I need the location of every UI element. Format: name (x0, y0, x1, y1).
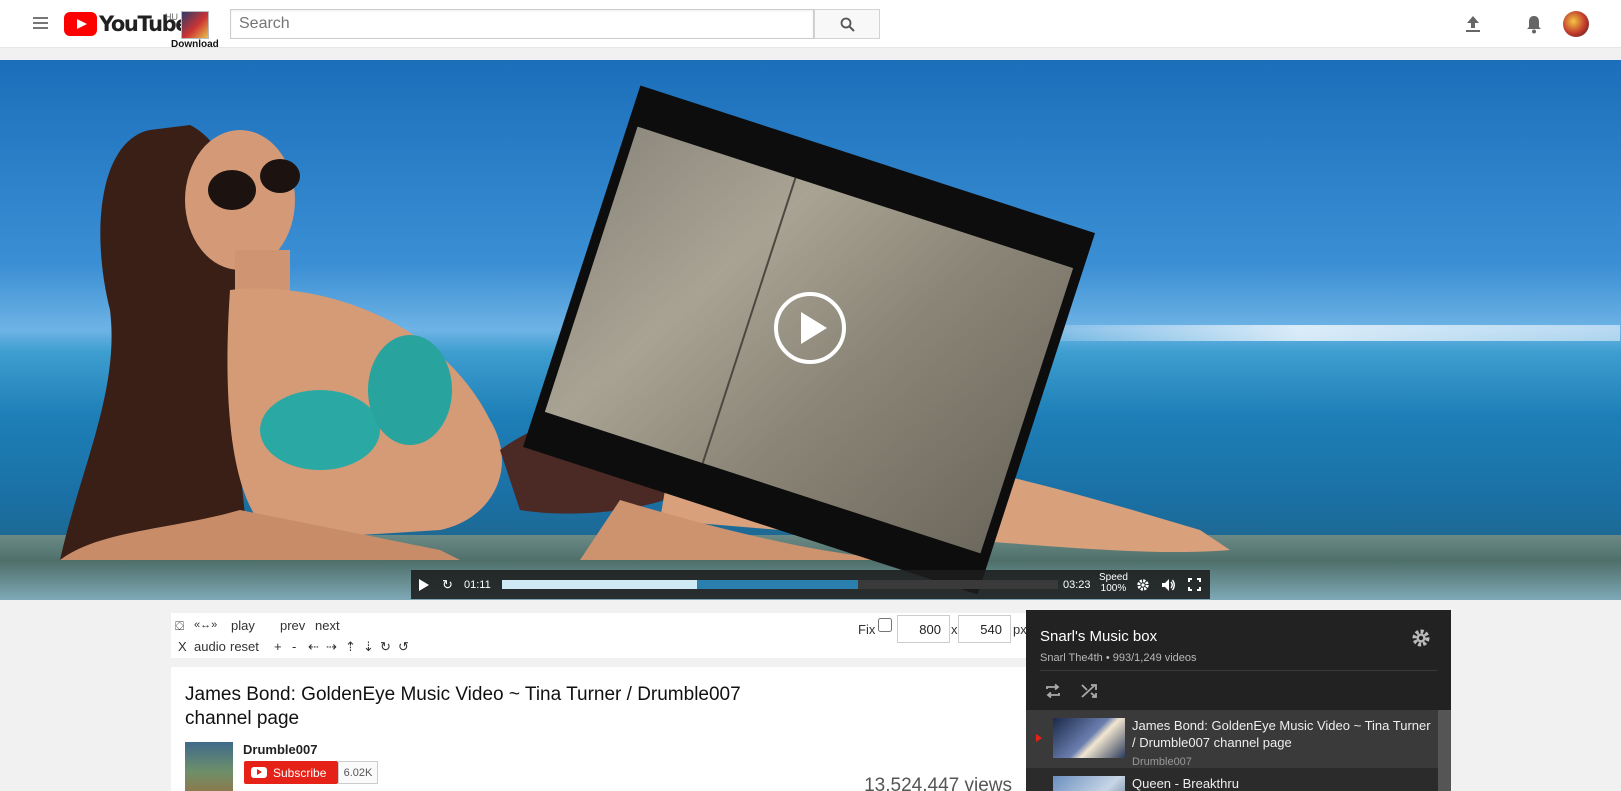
fullscreen-icon[interactable] (1188, 578, 1201, 591)
tool-close-button[interactable]: X (178, 639, 187, 654)
tool-next-button[interactable]: next (315, 618, 340, 633)
player-controls: ↻ 01:11 03:23 Speed 100% (411, 570, 1210, 599)
current-time: 01:11 (464, 579, 491, 591)
playlist-item-thumbnail (1053, 776, 1125, 791)
bell-icon (1527, 15, 1541, 33)
playlist-item-title: Queen - Breakthru (1132, 776, 1239, 791)
tool-rotate-cw-button[interactable]: ↻ (380, 639, 391, 655)
playlist-title[interactable]: Snarl's Music box (1040, 628, 1157, 645)
download-thumbnail[interactable] (181, 11, 209, 39)
tool-audio-button[interactable]: audio (194, 639, 226, 654)
youtube-play-icon (64, 12, 97, 36)
playlist-panel: Snarl's Music box Snarl The4th • 993/1,2… (1026, 610, 1451, 791)
search-icon (840, 17, 855, 32)
width-input[interactable] (897, 615, 950, 643)
speed-value: 100% (1100, 583, 1127, 594)
gear-icon[interactable] (1136, 578, 1150, 592)
unit-label: px (1013, 622, 1027, 637)
shuffle-icon[interactable] (1081, 683, 1099, 699)
play-icon[interactable] (419, 579, 429, 591)
tool-move-up-button[interactable]: ⇡ (345, 639, 356, 655)
volume-icon[interactable] (1161, 578, 1176, 592)
height-input[interactable] (958, 615, 1011, 643)
tool-zoom-out-button[interactable]: - (292, 639, 296, 654)
playlist-divider (1040, 670, 1437, 671)
channel-name[interactable]: Drumble007 (243, 742, 317, 757)
search-input[interactable] (231, 10, 813, 38)
tool-reset-button[interactable]: reset (230, 639, 259, 654)
download-label[interactable]: Download (171, 39, 219, 50)
fix-label: Fix (858, 622, 876, 637)
playlist-settings-icon[interactable] (1411, 628, 1431, 648)
channel-thumbnail[interactable] (185, 742, 233, 791)
stretch-button[interactable]: «↔» (194, 619, 217, 631)
video-info: James Bond: GoldenEye Music Video ~ Tina… (171, 667, 1026, 791)
playlist-item-title: James Bond: GoldenEye Music Video ~ Tina… (1132, 718, 1431, 750)
times-label: x (951, 622, 958, 637)
playlist-item-thumbnail (1053, 718, 1125, 758)
tool-zoom-in-button[interactable]: + (274, 639, 282, 654)
playlist-item-channel: Drumble007 (1132, 756, 1192, 768)
avatar[interactable] (1563, 11, 1589, 37)
playlist-item[interactable]: James Bond: GoldenEye Music Video ~ Tina… (1026, 710, 1438, 768)
playlist-scrollbar[interactable] (1438, 710, 1451, 791)
upload-button[interactable] (1461, 12, 1485, 36)
tool-move-down-button[interactable]: ⇣ (363, 639, 374, 655)
masthead: YouTube HU Download (0, 0, 1621, 50)
upload-icon (1466, 16, 1480, 32)
tool-rotate-ccw-button[interactable]: ↺ (398, 639, 409, 655)
subscribe-label: Subscribe (273, 765, 327, 780)
country-code: HU (165, 12, 178, 22)
duration: 03:23 (1063, 579, 1091, 591)
progress-played (502, 580, 697, 589)
speed-readout[interactable]: Speed 100% (1099, 572, 1128, 594)
search-box[interactable] (230, 9, 814, 39)
notifications-button[interactable] (1522, 12, 1546, 36)
player-tools-toolbar: ⛋ «↔» play prev next X audio reset + - ⇠… (171, 613, 1027, 658)
fix-checkbox[interactable] (878, 618, 892, 632)
tool-move-right-button[interactable]: ⇢ (326, 639, 337, 655)
tool-prev-button[interactable]: prev (280, 618, 305, 633)
replay-icon[interactable]: ↻ (442, 578, 453, 591)
large-play-button[interactable] (774, 292, 846, 364)
progress-bar[interactable] (502, 580, 1058, 589)
loop-icon[interactable] (1044, 683, 1062, 699)
view-count: 13,524,447 views (864, 775, 1012, 791)
now-playing-icon (1036, 734, 1042, 742)
search-button[interactable] (814, 9, 880, 39)
tool-move-left-button[interactable]: ⇠ (308, 639, 319, 655)
video-title: James Bond: GoldenEye Music Video ~ Tina… (185, 684, 741, 729)
playlist-owner: Snarl The4th • 993/1,249 videos (1040, 652, 1197, 664)
filter-icon[interactable]: ⛋ (175, 619, 184, 634)
subscribe-icon (251, 767, 267, 778)
speed-label: Speed (1099, 572, 1128, 583)
playlist-item[interactable]: Queen - Breakthru (1026, 768, 1438, 791)
menu-icon[interactable] (33, 17, 48, 29)
playlist-items: James Bond: GoldenEye Music Video ~ Tina… (1026, 710, 1451, 791)
subscribe-button[interactable]: Subscribe (244, 761, 338, 784)
subscriber-count: 6.02K (338, 761, 378, 784)
tool-play-button[interactable]: play (231, 618, 255, 633)
